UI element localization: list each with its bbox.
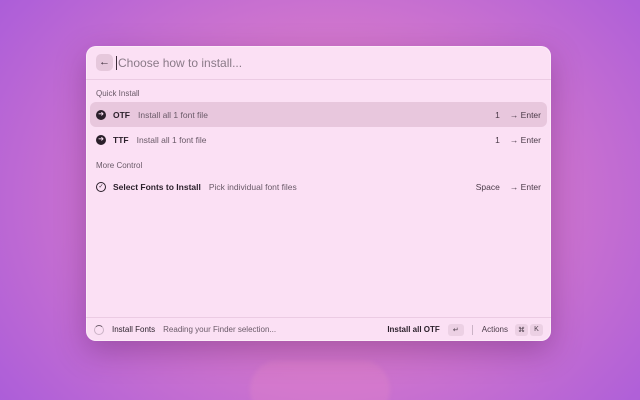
list-item-otf[interactable]: ➜ OTF Install all 1 font file 1 → Enter	[90, 102, 547, 127]
arrow-circle-right-icon: ➜	[96, 109, 106, 120]
arrow-left-icon: ←	[99, 56, 110, 68]
search-bar: ←	[86, 46, 551, 80]
list-item-action: → Enter	[509, 181, 541, 192]
check-circle-icon: ✓	[96, 181, 106, 192]
list-item-select-fonts[interactable]: ✓ Select Fonts to Install Pick individua…	[90, 174, 547, 199]
primary-action-button[interactable]: Install all OTF	[387, 325, 439, 334]
arrow-circle-right-icon: ➜	[96, 134, 106, 145]
loading-spinner-icon	[94, 324, 104, 335]
list-item-shortcut: Space	[475, 181, 500, 192]
k-key-icon: K	[530, 323, 543, 336]
list-item-title: OTF	[113, 109, 130, 120]
return-key-icon: ↵	[447, 323, 464, 336]
list-item-ttf[interactable]: ➜ TTF Install all 1 font file 1 → Enter	[90, 127, 547, 152]
search-input[interactable]	[118, 55, 541, 70]
actions-button[interactable]: Actions	[482, 325, 508, 334]
section-title-quick-install: Quick Install	[96, 89, 140, 98]
command-key-icon: ⌘	[515, 323, 528, 336]
list-item-title: TTF	[113, 134, 129, 145]
list-item-count: 1	[495, 134, 500, 145]
list-item-count: 1	[495, 109, 500, 120]
list-item-action: → Enter	[509, 134, 541, 145]
background-glow	[250, 360, 390, 400]
footer-status: Reading your Finder selection...	[163, 325, 277, 334]
footer-bar: Install Fonts Reading your Finder select…	[86, 317, 551, 341]
install-fonts-window: ← Quick Install ➜ OTF Install all 1 font…	[86, 46, 551, 341]
text-caret	[116, 55, 117, 70]
back-button[interactable]: ←	[96, 54, 113, 71]
list-item-title: Select Fonts to Install	[113, 181, 201, 192]
footer-title: Install Fonts	[112, 325, 156, 334]
list-item-subtitle: Pick individual font files	[208, 181, 297, 192]
list-item-subtitle: Install all 1 font file	[138, 109, 208, 120]
footer-divider	[471, 324, 473, 335]
section-title-more-control: More Control	[96, 161, 143, 170]
list-item-action: → Enter	[509, 109, 541, 120]
list-item-subtitle: Install all 1 font file	[136, 134, 207, 145]
